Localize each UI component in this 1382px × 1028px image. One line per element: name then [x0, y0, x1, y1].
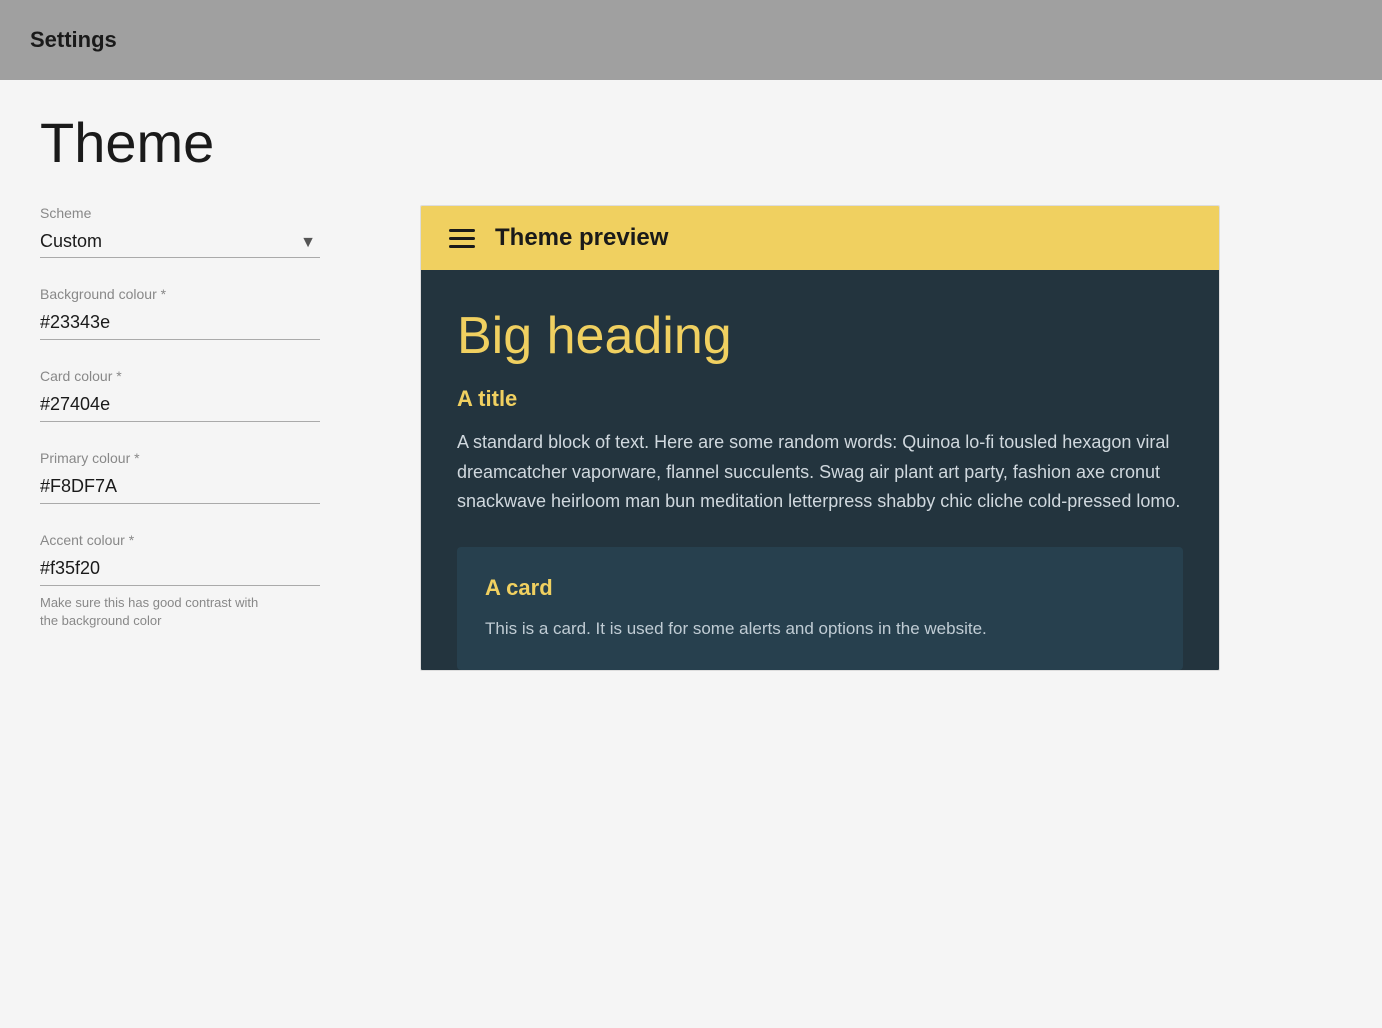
- card-input[interactable]: [40, 390, 320, 422]
- preview-card-text: This is a card. It is used for some aler…: [485, 615, 1155, 642]
- primary-input[interactable]: [40, 472, 320, 504]
- preview-body-text: A standard block of text. Here are some …: [457, 428, 1183, 517]
- preview-big-heading: Big heading: [457, 306, 1183, 366]
- accent-hint: Make sure this has good contrast with th…: [40, 594, 260, 630]
- background-input[interactable]: [40, 308, 320, 340]
- hamburger-line-2: [449, 237, 475, 240]
- preview-a-title: A title: [457, 386, 1183, 412]
- primary-colour-group: Primary colour *: [40, 450, 360, 504]
- card-label: Card colour *: [40, 368, 360, 384]
- scheme-select[interactable]: Custom Light Dark: [40, 227, 320, 258]
- preview-card-title: A card: [485, 575, 1155, 601]
- background-colour-group: Background colour *: [40, 286, 360, 340]
- top-bar: Settings: [0, 0, 1382, 80]
- card-colour-group: Card colour *: [40, 368, 360, 422]
- primary-label: Primary colour *: [40, 450, 360, 466]
- accent-input[interactable]: [40, 554, 320, 586]
- scheme-select-wrapper[interactable]: Custom Light Dark ▼: [40, 227, 320, 258]
- hamburger-icon[interactable]: [449, 229, 475, 248]
- preview-body: Big heading A title A standard block of …: [421, 270, 1219, 670]
- scheme-label: Scheme: [40, 205, 360, 221]
- content-area: Theme Scheme Custom Light Dark ▼ Backgro…: [0, 80, 1382, 701]
- preview-topbar: Theme preview: [421, 206, 1219, 270]
- main-layout: Scheme Custom Light Dark ▼ Background co…: [40, 205, 1342, 671]
- hamburger-line-1: [449, 229, 475, 232]
- left-panel: Scheme Custom Light Dark ▼ Background co…: [40, 205, 360, 658]
- settings-title: Settings: [30, 27, 117, 53]
- preview-container: Theme preview Big heading A title A stan…: [420, 205, 1220, 671]
- accent-label: Accent colour *: [40, 532, 360, 548]
- page-title: Theme: [40, 110, 1342, 175]
- scheme-group: Scheme Custom Light Dark ▼: [40, 205, 360, 258]
- preview-topbar-title: Theme preview: [495, 224, 668, 252]
- accent-colour-group: Accent colour * Make sure this has good …: [40, 532, 360, 630]
- hamburger-line-3: [449, 245, 475, 248]
- preview-card: A card This is a card. It is used for so…: [457, 547, 1183, 670]
- right-panel: Theme preview Big heading A title A stan…: [420, 205, 1220, 671]
- background-label: Background colour *: [40, 286, 360, 302]
